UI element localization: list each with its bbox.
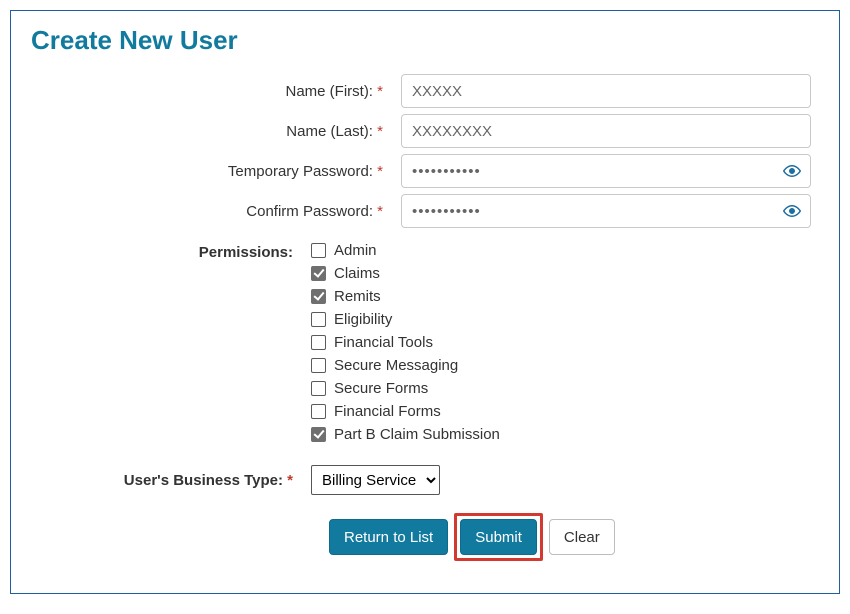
permission-checkbox[interactable] <box>311 289 326 304</box>
permission-item[interactable]: Admin <box>311 242 500 259</box>
permission-checkbox[interactable] <box>311 381 326 396</box>
permission-checkbox[interactable] <box>311 427 326 442</box>
create-user-panel: Create New User Name (First): * Name (La… <box>10 10 840 594</box>
required-marker: * <box>377 83 383 100</box>
eye-icon[interactable] <box>783 162 801 180</box>
permission-item[interactable]: Part B Claim Submission <box>311 426 500 443</box>
row-business-type: User's Business Type: * Billing Service <box>31 465 819 495</box>
permission-item[interactable]: Secure Messaging <box>311 357 500 374</box>
row-confirm-password: Confirm Password: * <box>31 194 819 228</box>
row-first-name: Name (First): * <box>31 74 819 108</box>
label-last-name: Name (Last): * <box>31 123 401 140</box>
permission-item[interactable]: Secure Forms <box>311 380 500 397</box>
confirm-password-input[interactable] <box>401 194 811 228</box>
first-name-input[interactable] <box>401 74 811 108</box>
label-business-type: User's Business Type: * <box>31 472 311 489</box>
permission-label: Secure Messaging <box>334 357 458 374</box>
permission-item[interactable]: Eligibility <box>311 311 500 328</box>
permissions-list: Admin Claims Remits Eligibility Financial To… <box>311 242 500 443</box>
label-confirm-password: Confirm Password: * <box>31 203 401 220</box>
permission-label: Part B Claim Submission <box>334 426 500 443</box>
permission-checkbox[interactable] <box>311 243 326 258</box>
permission-checkbox[interactable] <box>311 358 326 373</box>
permission-label: Secure Forms <box>334 380 428 397</box>
eye-icon[interactable] <box>783 202 801 220</box>
permission-item[interactable]: Financial Tools <box>311 334 500 351</box>
permission-item[interactable]: Claims <box>311 265 500 282</box>
permission-label: Remits <box>334 288 381 305</box>
label-permissions: Permissions: <box>31 242 311 261</box>
permission-label: Financial Tools <box>334 334 433 351</box>
row-last-name: Name (Last): * <box>31 114 819 148</box>
clear-button[interactable]: Clear <box>549 519 615 555</box>
submit-button[interactable]: Submit <box>460 519 537 555</box>
permission-label: Admin <box>334 242 377 259</box>
page-title: Create New User <box>31 25 819 56</box>
button-row: Return to List Submit Clear <box>329 513 819 561</box>
permission-checkbox[interactable] <box>311 312 326 327</box>
permission-checkbox[interactable] <box>311 335 326 350</box>
required-marker: * <box>377 203 383 220</box>
permission-label: Financial Forms <box>334 403 441 420</box>
permission-label: Eligibility <box>334 311 392 328</box>
permission-checkbox[interactable] <box>311 266 326 281</box>
required-marker: * <box>377 123 383 140</box>
label-first-name: Name (First): * <box>31 83 401 100</box>
label-temp-password: Temporary Password: * <box>31 163 401 180</box>
permission-item[interactable]: Financial Forms <box>311 403 500 420</box>
submit-highlight: Submit <box>454 513 543 561</box>
business-type-select[interactable]: Billing Service <box>311 465 440 495</box>
required-marker: * <box>287 472 293 489</box>
permission-item[interactable]: Remits <box>311 288 500 305</box>
permission-label: Claims <box>334 265 380 282</box>
return-to-list-button[interactable]: Return to List <box>329 519 448 555</box>
last-name-input[interactable] <box>401 114 811 148</box>
row-temp-password: Temporary Password: * <box>31 154 819 188</box>
required-marker: * <box>377 163 383 180</box>
temp-password-input[interactable] <box>401 154 811 188</box>
permission-checkbox[interactable] <box>311 404 326 419</box>
